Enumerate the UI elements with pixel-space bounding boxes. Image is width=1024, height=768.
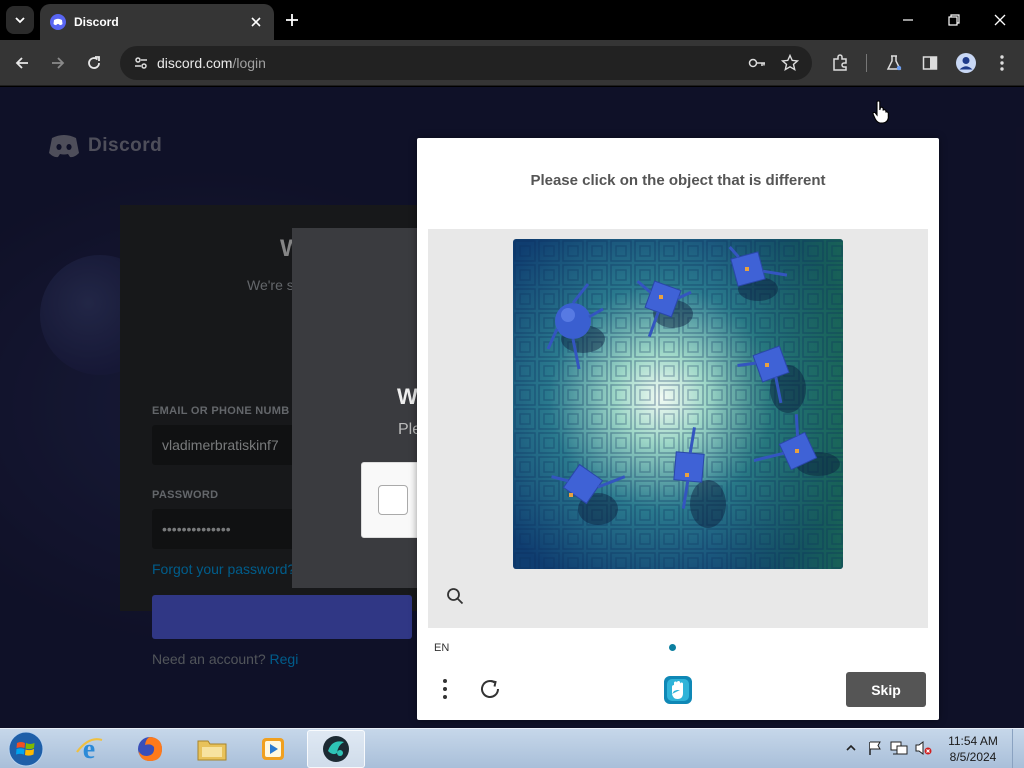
forward-icon [52,57,65,69]
restore-button[interactable] [934,6,974,34]
tab-discord[interactable]: Discord [40,4,274,40]
labs-button[interactable] [879,48,909,78]
show-hidden-icons-button[interactable] [842,739,860,757]
url-path: /login [232,55,266,71]
side-panel-button[interactable] [915,48,945,78]
action-center-flag-icon[interactable] [866,739,884,757]
language-selector[interactable]: EN [434,642,449,654]
windows-start-icon [8,731,44,767]
browser-menu-button[interactable] [987,48,1017,78]
close-tab-button[interactable] [246,12,266,32]
hand-cursor-icon [872,100,889,124]
clock-date: 8/5/2024 [949,750,997,764]
captcha-menu-button[interactable] [434,676,456,702]
profile-button[interactable] [951,48,981,78]
plus-icon [286,14,298,26]
back-icon [15,57,28,69]
close-window-button[interactable] [980,6,1020,34]
file-explorer-icon [197,740,227,761]
labs-icon [886,55,902,71]
windows-taskbar: e 11:54 AM 8/5/2024 [0,728,1024,768]
firefox-icon [138,737,162,761]
discord-icon [50,14,66,30]
captcha-prompt: Please click on the object that is diffe… [530,172,826,189]
site-settings-icon[interactable] [128,50,154,76]
reload-icon [88,56,100,69]
verify-title: W [397,384,418,409]
refresh-challenge-button[interactable] [475,675,505,703]
toolbar-separator [866,54,867,72]
taskbar-clock[interactable]: 11:54 AM 8/5/2024 [938,733,1008,765]
tab-title: Discord [74,15,119,29]
browser-tab-bar: Discord [0,0,1024,40]
extensions-icon [833,54,847,71]
media-player-icon [262,738,284,760]
taskbar-file-explorer[interactable] [183,730,241,768]
url-text: discord.com/login [157,55,266,71]
hcaptcha-checkbox[interactable] [378,485,408,515]
close-icon [251,17,261,27]
start-button[interactable] [6,730,46,768]
progress-dot [669,644,676,651]
app-icon [323,736,349,762]
taskbar-firefox[interactable] [121,730,179,768]
zoom-button[interactable] [444,585,466,607]
volume-muted-icon[interactable] [914,739,932,757]
taskbar-active-app[interactable] [307,730,365,768]
menu-kebab-icon [443,679,447,699]
chevron-up-icon [846,744,856,751]
reload-button[interactable] [79,48,109,78]
restore-icon [948,14,960,26]
network-icon[interactable] [890,739,908,757]
refresh-icon [481,680,499,698]
close-icon [994,14,1006,26]
minimize-icon [903,19,913,21]
profile-icon [956,53,976,73]
address-bar[interactable]: discord.com/login [120,46,812,80]
chevron-down-icon [15,17,25,24]
star-icon[interactable] [777,50,803,76]
extensions-button[interactable] [825,48,855,78]
tab-list-button[interactable] [6,6,34,34]
side-panel-icon [922,56,938,70]
key-icon[interactable] [744,50,770,76]
browser-toolbar: discord.com/login [0,40,1024,86]
captcha-panel [428,229,928,628]
back-button[interactable] [7,48,37,78]
captcha-challenge: Please click on the object that is diffe… [417,138,939,720]
url-host: discord.com [157,55,233,71]
menu-kebab-icon [1000,55,1004,71]
hcaptcha-logo-icon[interactable] [660,672,696,708]
skip-button[interactable]: Skip [846,672,926,707]
taskbar-media-player[interactable] [244,730,302,768]
new-tab-button[interactable] [280,8,304,32]
minimize-button[interactable] [888,6,928,34]
forward-button[interactable] [43,48,73,78]
taskbar-internet-explorer[interactable]: e [60,730,118,768]
clock-time: 11:54 AM [948,734,998,748]
challenge-image[interactable] [513,239,843,569]
search-icon [447,588,464,605]
show-desktop-button[interactable] [1012,729,1024,768]
internet-explorer-icon: e [76,734,103,764]
